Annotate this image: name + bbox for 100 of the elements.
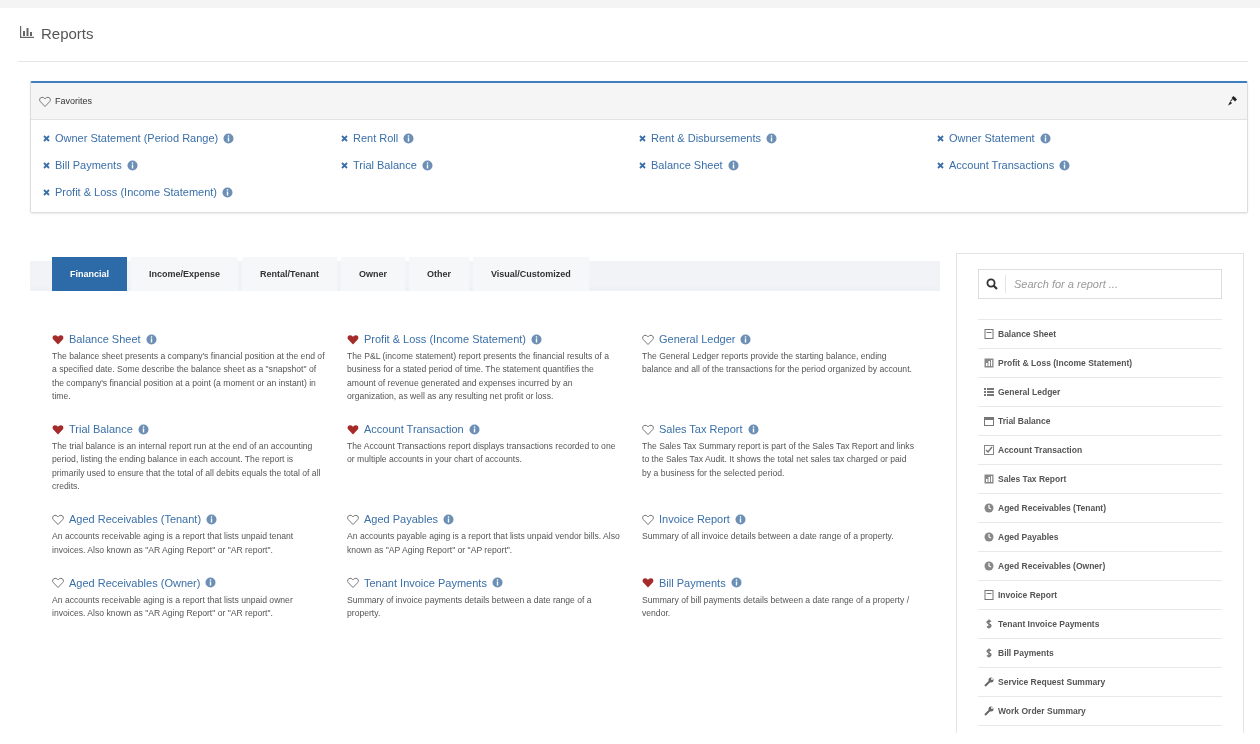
sidebar-item[interactable]: Trial Balance: [978, 407, 1222, 436]
sidebar-item[interactable]: Sales Tax Report: [978, 465, 1222, 494]
wrench-icon: [984, 706, 994, 716]
info-icon: [468, 423, 480, 435]
info-icon: [766, 132, 778, 144]
heart-icon[interactable]: [642, 577, 654, 589]
favorite-link[interactable]: Rent & Disbursements: [651, 132, 762, 144]
info-icon: [443, 513, 454, 525]
tab[interactable]: Income/Expense: [131, 257, 239, 291]
info-icon: [145, 333, 157, 345]
report-link[interactable]: Tenant Invoice Payments: [364, 576, 487, 589]
heart-icon[interactable]: [52, 333, 64, 345]
report-link[interactable]: General Ledger: [659, 333, 736, 345]
search-input[interactable]: Search for a report ...: [1012, 271, 1221, 297]
favorite-link[interactable]: Owner Statement (Period Range): [55, 132, 219, 144]
report-description: The P&L (income statement) report presents the financial results of a business for a stated period of time. The statement quantifies the amount of revenue generated and expenses incurred by an organization, as well as any resulting net profit or loss.: [347, 350, 610, 403]
info-icon: [205, 577, 217, 589]
document-icon: [984, 590, 994, 600]
info-icon: [740, 333, 752, 345]
report-link[interactable]: Sales Tax Report: [659, 423, 743, 436]
report-description: The trial balance is an internal report run at the end of an accounting period, listing the ending balance in each account. The report is primarily used to ensure that the total of all debits equals the total of all credits.: [52, 440, 322, 494]
report-link[interactable]: Trial Balance: [69, 423, 133, 436]
remove-icon: [639, 161, 646, 169]
favorite-link[interactable]: Bill Payments: [55, 159, 122, 171]
remove-icon: [937, 134, 944, 142]
info-icon: [126, 159, 138, 171]
info-icon: [1059, 159, 1071, 171]
info-icon: [206, 513, 218, 525]
document-icon: [984, 329, 994, 339]
sidebar-item[interactable]: Profit & Loss (Income Statement): [978, 349, 1222, 378]
remove-icon: [43, 188, 50, 196]
info-icon: [137, 423, 149, 435]
page-title: Reports: [41, 26, 94, 42]
info-icon: [730, 577, 742, 589]
sidebar-item[interactable]: Invoice Report: [978, 581, 1222, 610]
info-icon: [223, 132, 235, 144]
wrench-icon: [984, 677, 994, 687]
favorite-link[interactable]: Rent Roll: [353, 132, 399, 144]
info-icon: [747, 423, 759, 435]
checkbox-icon: [984, 445, 994, 455]
clock-icon: [984, 561, 994, 571]
info-icon: [222, 186, 233, 198]
report-description: The Sales Tax Summary report is part of the Sales Tax Report and links to the Sales Tax Audit. It shows the total net sales tax charged or paid by a business for the selected period.: [642, 440, 915, 480]
tab[interactable]: Visual/Customized: [472, 257, 589, 291]
report-description: The Account Transactions report displays transactions recorded to one or multiple accounts in your chart of accounts.: [347, 440, 617, 467]
favorite-link[interactable]: Balance Sheet: [651, 159, 723, 171]
heart-outline-icon[interactable]: [347, 513, 359, 525]
report-link[interactable]: Bill Payments: [659, 576, 726, 589]
report-description: Summary of bill payments details between a date range of a property / vendor.: [642, 593, 911, 621]
remove-icon: [341, 161, 348, 169]
report-description: An accounts payable aging is a report that lists unpaid vendor bills. Also known as "AP Aging Report" or "AP report".: [347, 530, 620, 557]
sidebar-item[interactable]: Work Order Summary: [978, 697, 1222, 726]
heart-outline-icon[interactable]: [52, 513, 64, 525]
heart-icon: [39, 95, 51, 107]
info-icon: [1039, 132, 1051, 144]
heart-outline-icon[interactable]: [642, 513, 654, 525]
sidebar-item[interactable]: Service Request Summary: [978, 668, 1222, 697]
sidebar-item[interactable]: Bill Payments: [978, 639, 1222, 668]
sidebar-item[interactable]: Aged Receivables (Owner): [978, 552, 1222, 581]
tab[interactable]: Owner: [340, 257, 405, 291]
favorite-link[interactable]: Profit & Loss (Income Statement): [55, 186, 217, 198]
search-icon: [986, 278, 998, 290]
heart-outline-icon[interactable]: [642, 333, 654, 345]
heart-icon[interactable]: [347, 423, 359, 435]
remove-icon: [639, 134, 646, 142]
sidebar-item[interactable]: Aged Payables: [978, 523, 1222, 552]
heart-icon[interactable]: [347, 333, 359, 345]
heart-icon[interactable]: [52, 423, 64, 435]
heart-outline-icon[interactable]: [52, 577, 64, 589]
report-description: The General Ledger reports provide the starting balance, ending balance and all of the transactions for the period organized by account.: [642, 350, 913, 377]
report-description: An accounts receivable aging is a report that lists unpaid tenant invoices. Also known as "AR Aging Report" or "AR report".: [52, 530, 295, 557]
dollar-icon: [984, 648, 994, 658]
info-icon: [531, 333, 542, 345]
search-field[interactable]: Search for a report ...: [978, 269, 1222, 299]
sidebar-item[interactable]: Account Transaction: [978, 436, 1222, 465]
favorite-link[interactable]: Trial Balance: [353, 159, 417, 171]
chart-icon: [984, 358, 994, 368]
heart-outline-icon[interactable]: [347, 577, 359, 589]
report-link[interactable]: Aged Receivables (Tenant): [69, 513, 202, 526]
report-link[interactable]: Aged Receivables (Owner): [69, 576, 201, 589]
report-link[interactable]: Profit & Loss (Income Statement): [364, 333, 526, 345]
clock-icon: [984, 503, 994, 513]
favorite-link[interactable]: Owner Statement: [949, 132, 1035, 144]
tab[interactable]: Rental/Tenant: [242, 257, 337, 291]
report-link[interactable]: Balance Sheet: [69, 333, 141, 345]
sidebar-item[interactable]: Tenant Invoice Payments: [978, 610, 1222, 639]
sidebar-item[interactable]: Aged Receivables (Tenant): [978, 494, 1222, 523]
sidebar-item[interactable]: Balance Sheet: [978, 320, 1222, 349]
tab[interactable]: Other: [408, 257, 469, 291]
report-link[interactable]: Account Transaction: [364, 423, 464, 436]
info-icon: [491, 577, 503, 589]
info-icon: [421, 159, 433, 171]
report-description: An accounts receivable aging is a report that lists unpaid owner invoices. Also known as "AR Aging Report" or "AR report".: [52, 593, 294, 621]
clock-icon: [984, 532, 994, 542]
heart-outline-icon[interactable]: [642, 423, 654, 435]
sidebar-item[interactable]: General Ledger: [978, 378, 1222, 407]
tab[interactable]: Financial: [52, 257, 127, 291]
report-link[interactable]: Invoice Report: [659, 513, 730, 526]
favorite-link[interactable]: Account Transactions: [949, 159, 1055, 171]
report-link[interactable]: Aged Payables: [364, 513, 438, 526]
